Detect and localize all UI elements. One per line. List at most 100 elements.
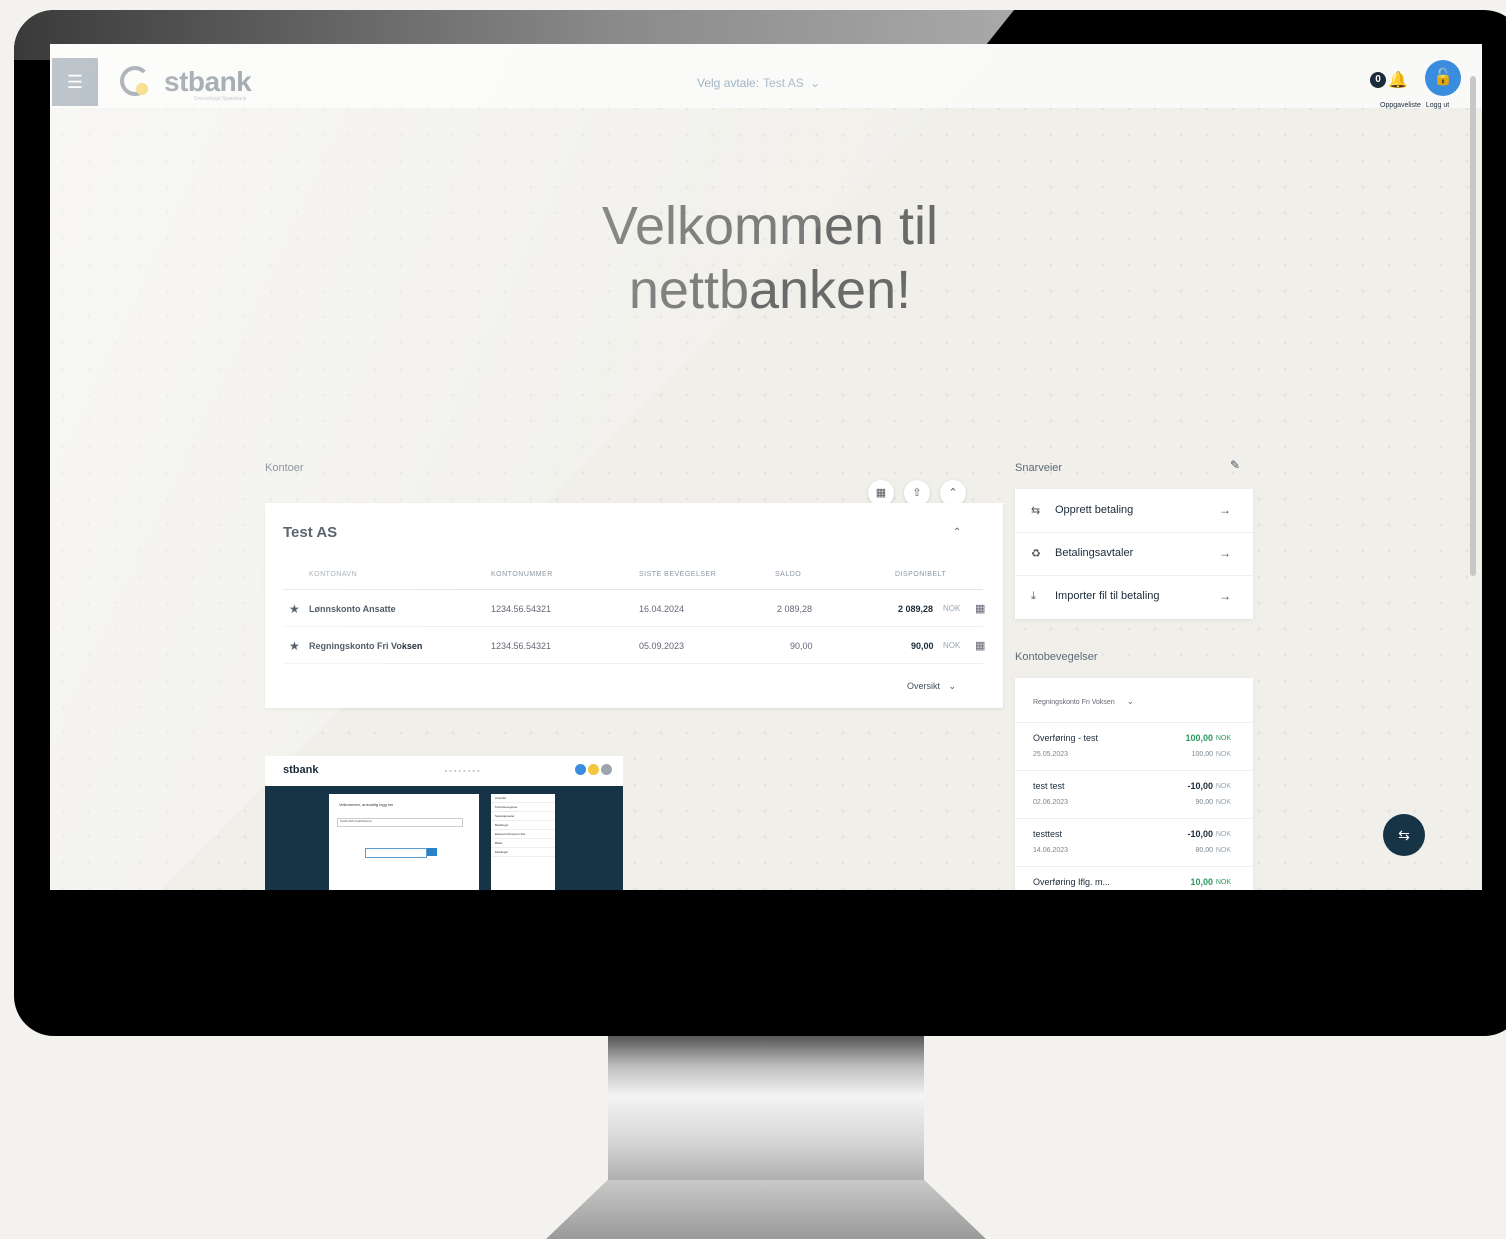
arrow-right-icon: →	[1219, 546, 1231, 560]
movement-amount: 100,00	[1185, 733, 1213, 743]
logout-link[interactable]: Logg ut	[1426, 102, 1449, 109]
movement-item[interactable]: test test 02.06.2023 -10,00 NOK 90,00 NO…	[1015, 770, 1253, 819]
import-icon: ⤓	[1031, 590, 1036, 602]
chevron-down-icon: ⌄	[948, 681, 957, 691]
account-number: 1234.56.54321	[491, 641, 552, 651]
calculator-icon[interactable]: ▦	[975, 602, 985, 615]
account-name[interactable]: Lønnskonto Ansatte	[309, 604, 396, 614]
shortcut-label: Betalingsavtaler	[1055, 547, 1134, 559]
lock-icon: 🔓	[1433, 69, 1453, 86]
top-bar: ☰ stbank Drevsebygd Sparebank Velg avtal…	[50, 44, 1482, 109]
star-icon[interactable]: ★	[289, 602, 300, 616]
pencil-icon[interactable]: ✎	[1230, 458, 1240, 472]
currency: NOK	[943, 604, 961, 613]
movement-balance: 100,00	[1191, 751, 1213, 758]
transfer-icon: ⇆	[1398, 827, 1410, 843]
col-last-movements[interactable]: SISTE BEVEGELSER	[639, 571, 716, 578]
balance-currency: NOK	[1215, 847, 1231, 854]
logout-button[interactable]: 🔓	[1425, 60, 1461, 96]
shortcuts-section-label: Snarveier	[1015, 462, 1063, 474]
arrow-right-icon: →	[1219, 503, 1231, 517]
movement-desc: test test	[1033, 781, 1065, 791]
welcome-line-2: nettbanken!	[628, 260, 912, 320]
overview-dropdown[interactable]: Oversikt ⌄	[907, 681, 956, 692]
movement-date: 14.06.2023	[1033, 847, 1069, 854]
star-icon[interactable]: ★	[289, 639, 300, 653]
movement-currency: NOK	[1215, 831, 1231, 838]
shortcut-import-file[interactable]: ⤓ Importer fil til betaling →	[1015, 575, 1253, 618]
screen: ☰ stbank Drevsebygd Sparebank Velg avtal…	[50, 44, 1482, 890]
top-labels: Oppgaveliste Logg ut	[1380, 102, 1449, 109]
col-balance[interactable]: SALDO	[775, 571, 801, 578]
movement-amount: 10,00	[1190, 877, 1213, 887]
thumbnail-nav: ━ ━ ━ ━ ━ ━ ━ ━	[445, 769, 481, 773]
chevron-down-icon: ⌄	[1126, 696, 1135, 706]
chevron-down-icon: ⌄	[810, 76, 821, 90]
task-list-link[interactable]: Oppgaveliste	[1380, 102, 1421, 109]
movement-balance: 80,00	[1195, 847, 1213, 854]
chevron-up-icon[interactable]: ⌃	[953, 527, 961, 538]
thumbnail-menu: Oversikt Kontobevegelser Sparetjenester …	[491, 794, 555, 890]
movements-section-label: Kontobevegelser	[1015, 651, 1098, 663]
thumbnail-header: stbank ━ ━ ━ ━ ━ ━ ━ ━	[265, 756, 623, 786]
thumbnail-select: Testbedrift bedriftskonto	[337, 818, 463, 827]
shortcut-label: Opprett betaling	[1055, 504, 1134, 516]
available: 90,00	[911, 641, 934, 651]
col-available[interactable]: DISPONIBELT	[895, 571, 946, 578]
transfer-fab-button[interactable]: ⇆	[1383, 814, 1425, 856]
shortcut-create-payment[interactable]: ⇆ Opprett betaling →	[1015, 489, 1253, 533]
bell-icon: 🔔	[1388, 72, 1408, 89]
thumbnail-login-panel	[329, 794, 479, 890]
account-number: 1234.56.54321	[491, 604, 552, 614]
agreement-label: Velg avtale:	[697, 76, 760, 90]
movement-item[interactable]: testtest 14.06.2023 -10,00 NOK 80,00 NOK	[1015, 818, 1253, 867]
account-name[interactable]: Regningskonto Fri Voksen	[309, 641, 422, 651]
available: 2 089,28	[898, 604, 934, 614]
movement-desc: testtest	[1033, 829, 1063, 839]
monitor-stand-neck	[608, 1036, 924, 1186]
agreement-selector[interactable]: Velg avtale: Test AS ⌄	[697, 76, 820, 90]
menu-button[interactable]: ☰	[52, 58, 98, 106]
selected-account: Regningskonto Fri Voksen	[1033, 699, 1115, 706]
welcome-heading: Velkommen til nettbanken!	[470, 194, 1070, 322]
currency: NOK	[943, 641, 961, 650]
movement-amount: -10,00	[1187, 781, 1213, 791]
movement-date: 02.06.2023	[1033, 799, 1069, 806]
bank-logo[interactable]: stbank	[118, 64, 252, 100]
overview-label: Oversikt	[907, 681, 941, 691]
scrollbar[interactable]	[1470, 76, 1476, 576]
movement-balance: 90,00	[1195, 799, 1213, 806]
table-row[interactable]: ★ Lønnskonto Ansatte 1234.56.54321 16.04…	[283, 592, 985, 627]
movement-desc: Overføring - test	[1033, 733, 1099, 743]
monitor-stand-base	[546, 1180, 986, 1239]
movement-date: 25.05.2023	[1033, 751, 1069, 758]
col-account-number[interactable]: KONTONUMMER	[491, 571, 553, 578]
movement-currency: NOK	[1215, 735, 1231, 742]
movements-account-select[interactable]: Regningskonto Fri Voksen ⌄	[1033, 696, 1134, 707]
accounts-table-header: KONTONAVN KONTONUMMER SISTE BEVEGELSER S…	[283, 571, 983, 590]
thumbnail-welcome: Velkommen, ansvarlig logg inn	[339, 802, 394, 807]
hamburger-icon: ☰	[66, 71, 84, 92]
balance: 90,00	[790, 641, 813, 651]
balance-currency: NOK	[1215, 799, 1231, 806]
transfer-icon: ⇆	[1031, 505, 1041, 517]
logo-icon	[118, 64, 154, 100]
preview-thumbnail[interactable]: stbank ━ ━ ━ ━ ━ ━ ━ ━ Velkommen, ansvar…	[265, 756, 623, 890]
thumbnail-button	[427, 848, 437, 856]
notifications-button[interactable]: 0 🔔	[1370, 70, 1408, 90]
movement-amount: -10,00	[1187, 829, 1213, 839]
shortcut-label: Importer fil til betaling	[1055, 590, 1160, 602]
thumbnail-input	[365, 848, 427, 858]
calculator-icon[interactable]: ▦	[975, 639, 985, 652]
movement-item[interactable]: Overføring - test 25.05.2023 100,00 NOK …	[1015, 722, 1253, 771]
last-movement: 05.09.2023	[639, 641, 685, 651]
balance-currency: NOK	[1215, 751, 1231, 758]
thumbnail-logo: stbank	[283, 764, 319, 776]
shortcut-payment-agreements[interactable]: ♻ Betalingsavtaler →	[1015, 532, 1253, 576]
table-row[interactable]: ★ Regningskonto Fri Voksen 1234.56.54321…	[283, 629, 985, 664]
bank-subtitle: Drevsebygd Sparebank	[194, 96, 247, 102]
col-account-name[interactable]: KONTONAVN	[309, 571, 357, 578]
company-name: Test AS	[283, 524, 338, 541]
agreement-icon: ♻	[1031, 548, 1041, 560]
movement-item[interactable]: Overføring Iflg. m... 10,00 NOK	[1015, 866, 1253, 890]
